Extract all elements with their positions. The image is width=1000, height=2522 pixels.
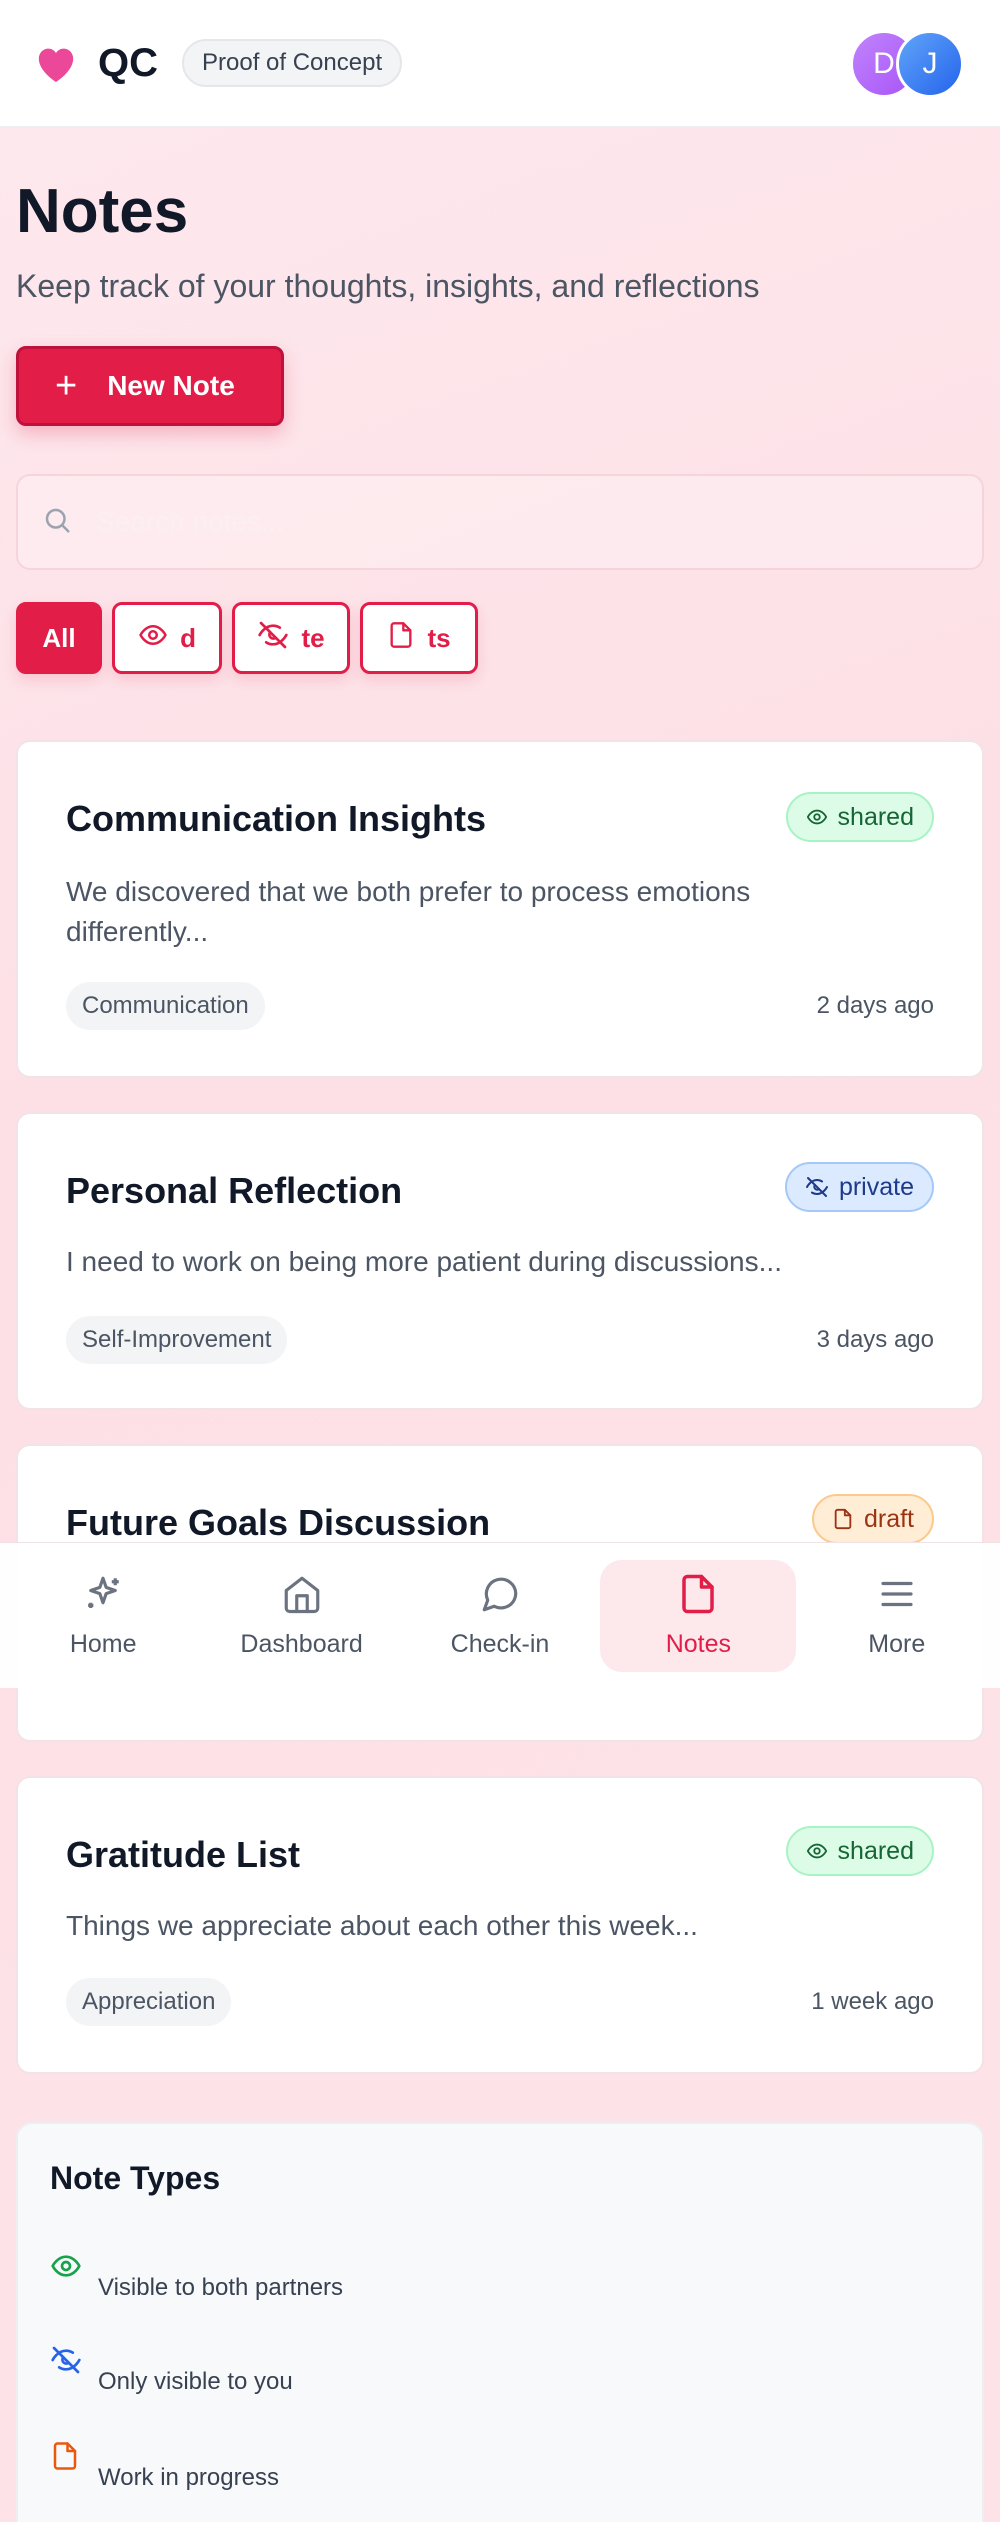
status-badge: shared [785,1826,934,1876]
status-label: shared [837,802,914,831]
nav-label: Home [69,1629,137,1658]
file-icon [387,620,427,657]
filter-drafts[interactable]: ts [360,602,478,674]
filter-label: All [42,622,76,653]
note-timestamp: 2 days ago [816,992,934,1019]
filter-label: te [301,622,325,653]
heart-logo-icon [32,42,80,84]
note-tag: Communication [66,982,265,1030]
new-note-label: New Note [107,370,235,401]
note-card[interactable]: Gratitude List shared Things we apprecia… [16,1776,984,2074]
note-tag: Appreciation [66,1978,232,2026]
page-subtitle: Keep track of your thoughts, insights, a… [16,268,760,304]
eye-icon [806,1843,827,1859]
eye-icon [50,2250,82,2287]
status-badge: draft [811,1494,934,1544]
note-timestamp: 1 week ago [811,1988,934,2015]
nav-item-dashboard[interactable]: Dashboard [204,1560,400,1672]
eye-off-icon [50,2344,82,2381]
note-title: Gratitude List [66,1834,301,1875]
note-title: Communication Insights [66,798,487,839]
eye-icon [806,809,827,825]
avatar[interactable]: J [896,30,964,98]
proof-of-concept-badge: Proof of Concept [182,39,403,87]
note-types-title: Note Types [50,2160,221,2196]
note-excerpt: We discovered that we both prefer to pro… [66,876,751,947]
note-card[interactable]: Personal Reflection private I need to wo… [16,1112,984,1410]
nav-item-check-in[interactable]: Check-in [402,1560,598,1672]
menu-icon [876,1573,918,1622]
filter-all[interactable]: All [16,602,102,674]
status-label: shared [837,1836,914,1865]
search-input[interactable] [96,506,956,538]
nav-item-notes[interactable]: Notes [600,1559,797,1672]
note-card[interactable]: Communication Insights shared We discove… [16,740,984,1078]
status-badge: private [784,1162,934,1212]
bottom-nav: Home Dashboard Check-in Notes More [0,1542,1000,1688]
app-header: QC Proof of Concept D J [0,0,1000,128]
nav-label: Check-in [450,1629,550,1658]
sparkles-icon [82,1573,124,1622]
note-type-description: Only visible to you [98,2368,293,2395]
note-timestamp: 3 days ago [816,1326,934,1353]
filter-label: d [180,622,196,653]
note-excerpt: Things we appreciate about each other th… [66,1910,698,1941]
search-icon [42,505,72,540]
note-tag: Self-Improvement [66,1316,288,1364]
new-note-button[interactable]: + New Note [16,346,284,426]
eye-off-icon [805,1177,828,1197]
filter-private[interactable]: te [232,602,350,674]
note-excerpt: I need to work on being more patient dur… [66,1246,782,1277]
note-type-description: Visible to both partners [98,2274,344,2301]
nav-item-more[interactable]: More [799,1560,995,1672]
note-type-description: Work in progress [98,2464,279,2491]
eye-off-icon [257,619,301,658]
filter-shared[interactable]: d [112,602,222,674]
note-title: Future Goals Discussion [66,1502,491,1543]
file-icon [50,2440,80,2477]
page-title: Notes [16,177,189,246]
message-circle-icon [479,1573,521,1622]
note-types-panel: Note Types Visible to both partners Only… [16,2122,984,2522]
nav-item-home[interactable]: Home [5,1560,201,1672]
plus-icon: + [55,365,78,407]
status-label: private [838,1172,914,1201]
home-icon [281,1573,323,1622]
file-icon [834,1508,852,1530]
partner-avatars[interactable]: D J [850,30,970,98]
nav-label: Notes [665,1629,732,1658]
status-label: draft [863,1504,914,1533]
app-name[interactable]: QC [98,41,158,86]
note-title: Personal Reflection [66,1170,403,1211]
file-icon [677,1573,719,1622]
status-badge: shared [785,792,934,842]
nav-label: Dashboard [240,1629,363,1658]
search-bar[interactable] [16,474,984,570]
eye-icon [138,620,180,657]
nav-label: More [868,1629,926,1658]
filter-label: ts [427,622,451,653]
filter-bar: All d te ts [16,602,478,674]
